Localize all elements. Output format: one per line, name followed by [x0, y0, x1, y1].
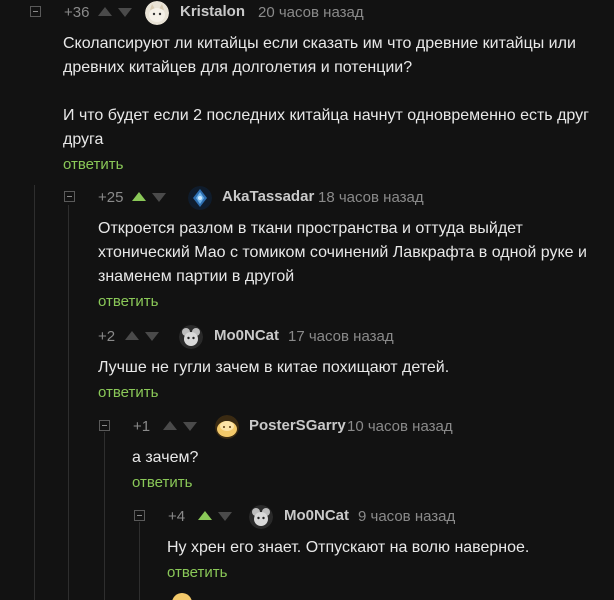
collapse-button[interactable]: [99, 420, 110, 431]
comment: +2 Mo0NCat 17 часов назад Лучше не гугли…: [64, 325, 600, 402]
comment-body: Ну хрен его знает. Отпускают на волю нав…: [167, 536, 600, 560]
comment: +4 Mo0NCat 9 часов назад Ну хрен его зна…: [134, 505, 600, 582]
username[interactable]: Kristalon: [180, 3, 245, 20]
next-comment-avatar-icon[interactable]: [172, 593, 192, 600]
comment-header: +1 PosterSGarry 10 часов назад: [99, 415, 600, 439]
comment-rating: +1: [133, 418, 151, 435]
comment-text: Ну хрен его знает. Отпускают на волю нав…: [167, 539, 530, 556]
upvote-icon[interactable]: [163, 421, 177, 430]
comment-text: Лучше не гугли зачем в китае похищают де…: [98, 359, 450, 376]
vote-controls: [132, 192, 166, 202]
comment-rating: +2: [98, 328, 116, 345]
reply-link[interactable]: ответить: [132, 474, 192, 491]
comment-header: +2 Mo0NCat 17 часов назад: [64, 325, 600, 349]
comment-body: Лучше не гугли зачем в китае похищают де…: [98, 356, 600, 380]
comment-header: +36 Kristalon 20 часов назад: [30, 1, 600, 25]
comment-body: Сколапсируют ли китайцы если сказать им …: [63, 32, 600, 152]
thread-line[interactable]: [34, 185, 35, 600]
comment-rating: +36: [64, 4, 90, 21]
username[interactable]: PosterSGarry: [249, 417, 346, 434]
timestamp: 17 часов назад: [288, 328, 394, 345]
timestamp: 10 часов назад: [347, 418, 453, 435]
collapse-button[interactable]: [30, 6, 41, 17]
comment-header: +4 Mo0NCat 9 часов назад: [134, 505, 600, 529]
yellow-blob-avatar-icon[interactable]: [215, 415, 239, 439]
comment-body: а зачем?: [132, 446, 600, 470]
comment-body: Откроется разлом в ткани пространства и …: [98, 217, 600, 289]
vote-controls: [198, 511, 232, 521]
comment-text: И что будет если 2 последних китайца нач…: [63, 107, 589, 148]
comment: +36 Kristalon 20 часов назад Сколапсирую…: [30, 1, 600, 174]
downvote-icon[interactable]: [218, 512, 232, 521]
comments-page: +36 Kristalon 20 часов назад Сколапсирую…: [0, 0, 614, 600]
comment-text: Сколапсируют ли китайцы если сказать им …: [63, 35, 576, 76]
reply-link[interactable]: ответить: [98, 384, 158, 401]
comment-text: а зачем?: [132, 449, 199, 466]
collapse-button[interactable]: [64, 191, 75, 202]
comment-rating: +4: [168, 508, 186, 525]
vote-controls: [125, 331, 159, 341]
reply-link[interactable]: ответить: [63, 156, 123, 173]
blue-wizard-avatar-icon[interactable]: [188, 186, 212, 210]
collapse-button[interactable]: [134, 510, 145, 521]
reply-link[interactable]: ответить: [98, 293, 158, 310]
comment-header: +25 AkaTassadar 18 часов назад: [64, 186, 600, 210]
reply-link[interactable]: ответить: [167, 564, 227, 581]
downvote-icon[interactable]: [183, 422, 197, 431]
upvote-icon[interactable]: [132, 192, 146, 201]
grey-mouse-avatar-icon[interactable]: [249, 505, 273, 529]
vote-controls: [163, 421, 197, 431]
username[interactable]: AkaTassadar: [222, 188, 314, 205]
comment: +25 AkaTassadar 18 часов назад Откроется…: [64, 186, 600, 311]
comment: +1 PosterSGarry 10 часов назад а зачем? …: [99, 415, 600, 492]
username[interactable]: Mo0NCat: [214, 327, 279, 344]
username[interactable]: Mo0NCat: [284, 507, 349, 524]
timestamp: 18 часов назад: [318, 189, 424, 206]
downvote-icon[interactable]: [145, 332, 159, 341]
upvote-icon[interactable]: [198, 511, 212, 520]
upvote-icon[interactable]: [98, 7, 112, 16]
timestamp: 9 часов назад: [358, 508, 456, 525]
upvote-icon[interactable]: [125, 331, 139, 340]
timestamp: 20 часов назад: [258, 4, 364, 21]
comment-text: Откроется разлом в ткани пространства и …: [98, 220, 587, 285]
downvote-icon[interactable]: [118, 8, 132, 17]
white-cat-avatar-icon[interactable]: [145, 1, 169, 25]
grey-mouse-avatar-icon[interactable]: [179, 325, 203, 349]
vote-controls: [98, 7, 132, 17]
comment-rating: +25: [98, 189, 124, 206]
downvote-icon[interactable]: [152, 193, 166, 202]
